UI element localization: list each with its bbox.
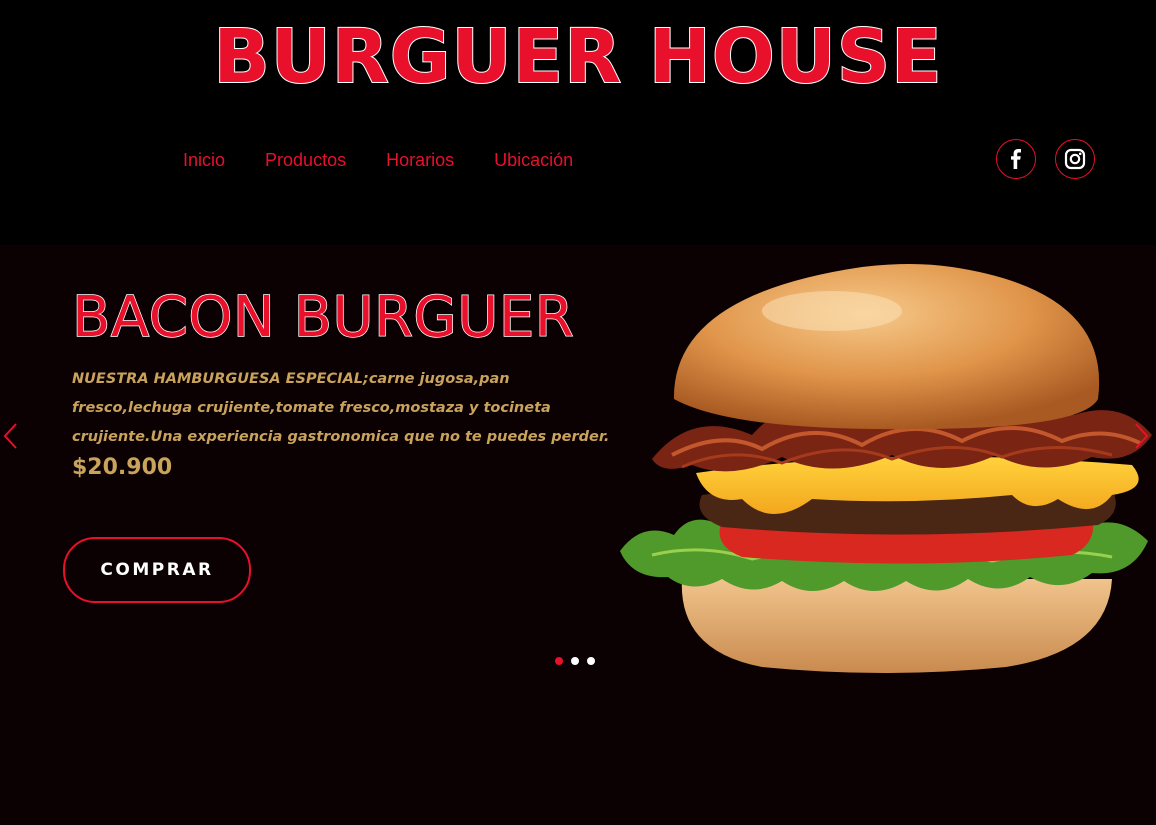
social-links	[996, 139, 1095, 179]
slide-description: NUESTRA HAMBURGUESA ESPECIAL;carne jugos…	[72, 371, 610, 445]
brand-logo[interactable]: BURGUER HOUSE	[0, 13, 1156, 101]
nav-item-productos[interactable]: Productos	[265, 146, 346, 174]
bacon-burger-image	[620, 264, 1152, 673]
hero-slider: BACON BURGUER NUESTRA HAMBURGUESA ESPECI…	[0, 245, 1156, 825]
slide-price: $20.900	[72, 455, 173, 480]
facebook-button[interactable]	[996, 139, 1036, 179]
nav-item-horarios[interactable]: Horarios	[386, 146, 454, 174]
instagram-button[interactable]	[1055, 139, 1095, 179]
slider-dot-2[interactable]	[571, 657, 579, 665]
slider-dot-3[interactable]	[587, 657, 595, 665]
chevron-left-icon[interactable]	[0, 420, 24, 452]
slider-dot-1[interactable]	[555, 657, 563, 665]
page: BURGUER HOUSE Inicio Productos Horarios …	[0, 0, 1156, 825]
instagram-icon	[1064, 148, 1086, 170]
nav-item-ubicacion[interactable]: Ubicación	[494, 146, 573, 174]
main-nav: Inicio Productos Horarios Ubicación	[183, 146, 573, 174]
chevron-right-icon[interactable]	[1128, 420, 1152, 452]
slide-title: BACON BURGUER	[71, 284, 575, 351]
buy-button[interactable]: COMPRAR	[63, 537, 251, 603]
nav-item-inicio[interactable]: Inicio	[183, 146, 225, 174]
facebook-icon	[1011, 149, 1021, 169]
slider-dots	[555, 657, 595, 665]
